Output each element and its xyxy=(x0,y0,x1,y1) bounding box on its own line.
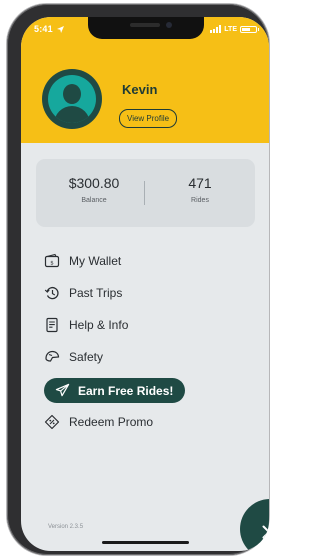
menu-item-redeem-promo[interactable]: Redeem Promo xyxy=(44,411,153,433)
stats-card: $300.80 Balance 471 Rides xyxy=(36,159,255,227)
balance-value: $300.80 xyxy=(68,175,120,191)
phone-notch xyxy=(88,17,204,39)
menu-label-help-info: Help & Info xyxy=(69,318,129,332)
menu-label-past-trips: Past Trips xyxy=(69,286,123,300)
menu-item-earn-free-rides[interactable]: Earn Free Rides! xyxy=(44,378,186,403)
avatar-shoulders xyxy=(54,106,90,123)
profile-name: Kevin xyxy=(122,82,158,97)
view-profile-button[interactable]: View Profile xyxy=(119,109,178,128)
avatar-ring xyxy=(48,75,96,123)
battery-level xyxy=(242,27,250,31)
promo-tag-icon xyxy=(44,414,60,430)
svg-text:$: $ xyxy=(50,261,54,267)
menu-item-safety[interactable]: Safety xyxy=(44,346,103,368)
profile-header: 5:41 LTE Kevin View Profile xyxy=(21,17,269,143)
document-icon xyxy=(44,317,60,333)
helmet-icon xyxy=(44,349,60,365)
close-icon xyxy=(262,525,269,539)
home-indicator[interactable] xyxy=(102,541,189,544)
stats-divider xyxy=(144,181,145,205)
avatar-head xyxy=(63,84,81,104)
menu-label-redeem-promo: Redeem Promo xyxy=(69,415,154,429)
phone-frame: 5:41 LTE Kevin View Profile $300.80 Bala… xyxy=(7,4,269,555)
rides-value: 471 xyxy=(188,175,212,191)
user-avatar-icon[interactable] xyxy=(42,69,102,129)
battery-icon xyxy=(240,25,259,33)
speaker-grille xyxy=(130,23,160,27)
status-time-text: 5:41 xyxy=(34,24,53,34)
menu-label-safety: Safety xyxy=(69,350,104,364)
front-camera xyxy=(166,22,172,28)
balance-label: Balance xyxy=(81,197,107,204)
paper-plane-icon xyxy=(54,383,70,399)
menu-item-help-info[interactable]: Help & Info xyxy=(44,314,128,336)
signal-icon xyxy=(210,25,222,33)
menu-label-wallet: My Wallet xyxy=(69,254,122,268)
rides-stat: 471 Rides xyxy=(150,174,250,204)
balance-stat: $300.80 Balance xyxy=(44,174,144,204)
menu-label-earn-free-rides: Earn Free Rides! xyxy=(78,383,174,398)
screen: 5:41 LTE Kevin View Profile $300.80 Bala… xyxy=(21,17,269,551)
menu-item-past-trips[interactable]: Past Trips xyxy=(44,282,122,304)
history-icon xyxy=(44,285,60,301)
status-time: 5:41 xyxy=(34,24,64,35)
network-type: LTE xyxy=(224,25,237,33)
status-indicators: LTE xyxy=(210,24,259,34)
rides-label: Rides xyxy=(191,197,209,204)
location-arrow-icon xyxy=(56,25,64,35)
menu-item-wallet[interactable]: $ My Wallet xyxy=(44,250,121,272)
wallet-icon: $ xyxy=(44,253,60,269)
close-menu-button[interactable] xyxy=(240,499,269,551)
app-version: Version 2.3.5 xyxy=(48,524,84,530)
